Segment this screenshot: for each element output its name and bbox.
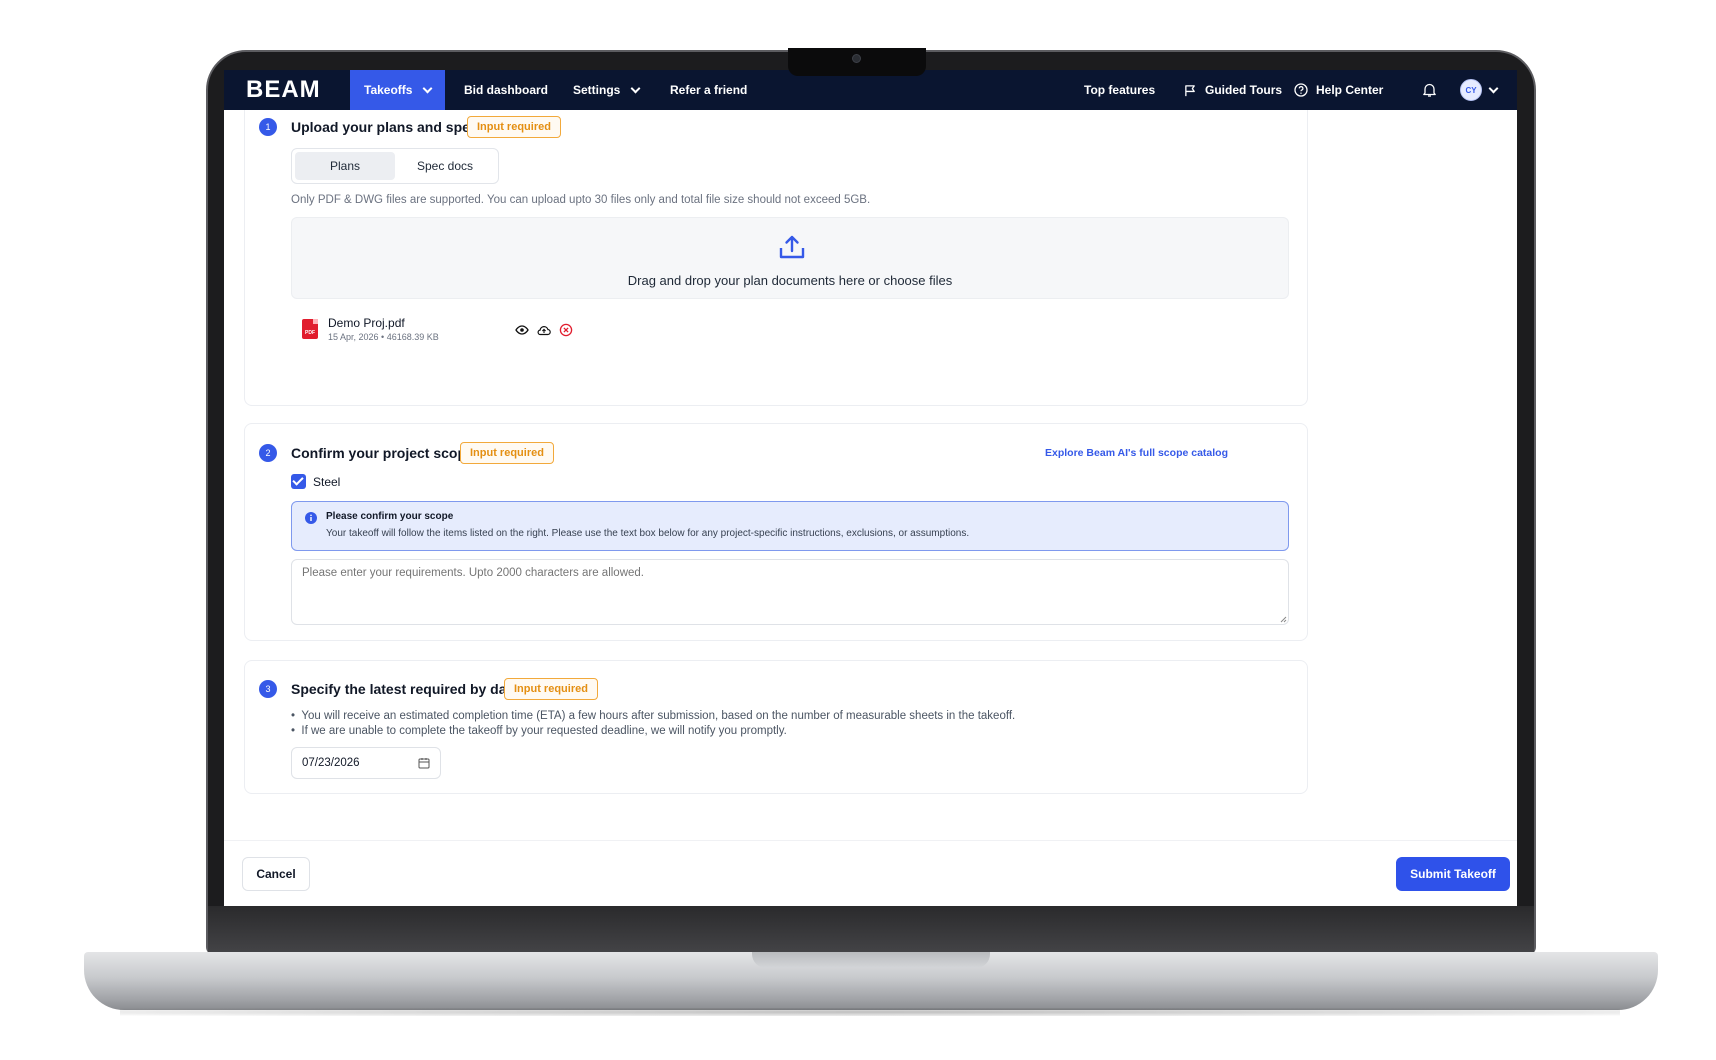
top-nav: BEAM Takeoffs Bid dashboard Settings Ref… bbox=[224, 70, 1517, 110]
notifications-button[interactable] bbox=[1422, 70, 1437, 110]
nav-guided-tours[interactable]: Guided Tours bbox=[1184, 70, 1282, 110]
eta-note-text: If we are unable to complete the takeoff… bbox=[301, 725, 787, 737]
step-number: 1 bbox=[259, 118, 277, 136]
upload-icon bbox=[779, 235, 805, 259]
info-body: Your takeoff will follow the items liste… bbox=[326, 528, 970, 539]
file-name: Demo Proj.pdf bbox=[328, 316, 405, 330]
avatar: CY bbox=[1460, 79, 1482, 101]
camera-notch bbox=[788, 48, 926, 76]
plans-spec-toggle: Plans Spec docs bbox=[291, 148, 499, 184]
eta-note-text: You will receive an estimated completion… bbox=[301, 710, 1016, 722]
remove-icon[interactable] bbox=[559, 323, 573, 337]
help-circle-icon bbox=[1294, 83, 1308, 97]
steel-label: Steel bbox=[313, 475, 341, 489]
upload-card: 1 Upload your plans and specs Input requ… bbox=[244, 110, 1308, 406]
nav-item-label: Refer a friend bbox=[670, 83, 748, 97]
step-title: Upload your plans and specs bbox=[291, 119, 486, 135]
steel-checkbox[interactable] bbox=[291, 474, 306, 489]
tab-plans[interactable]: Plans bbox=[295, 152, 395, 180]
resize-handle-icon[interactable] bbox=[1280, 616, 1287, 623]
help-center-label: Help Center bbox=[1316, 83, 1384, 97]
input-required-badge: Input required bbox=[504, 678, 598, 700]
beam-logo[interactable]: BEAM bbox=[246, 76, 321, 104]
file-info: Demo Proj.pdf 15 Apr, 2026 • 46168.39 KB bbox=[328, 316, 439, 342]
chevron-down-icon bbox=[1488, 83, 1499, 93]
nav-item-bid-dashboard[interactable]: Bid dashboard bbox=[464, 70, 548, 110]
input-required-badge: Input required bbox=[460, 442, 554, 464]
date-card: 3 Specify the latest required by date In… bbox=[244, 660, 1308, 794]
input-required-badge: Input required bbox=[467, 116, 561, 138]
nav-item-takeoffs[interactable]: Takeoffs bbox=[350, 70, 446, 110]
pdf-file-icon: PDF bbox=[302, 319, 318, 339]
required-by-date-input[interactable]: 07/23/2026 bbox=[291, 747, 441, 779]
camera-icon bbox=[852, 54, 861, 63]
eye-icon[interactable] bbox=[515, 323, 529, 337]
guided-tours-label: Guided Tours bbox=[1205, 83, 1283, 97]
eta-note-item: • If we are unable to complete the takeo… bbox=[291, 725, 787, 737]
cancel-button[interactable]: Cancel bbox=[242, 857, 310, 891]
step-number: 2 bbox=[259, 444, 277, 462]
step-title: Confirm your project scope bbox=[291, 445, 474, 461]
laptop-shadow bbox=[120, 1008, 1620, 1016]
upload-note: Only PDF & DWG files are supported. You … bbox=[291, 194, 871, 206]
laptop-lid-bottom bbox=[208, 906, 1534, 954]
date-value: 07/23/2026 bbox=[302, 757, 360, 769]
step-number: 3 bbox=[259, 680, 277, 698]
eta-note-item: • You will receive an estimated completi… bbox=[291, 710, 1016, 722]
requirements-textarea[interactable] bbox=[291, 559, 1289, 625]
nav-item-refer-a-friend[interactable]: Refer a friend bbox=[670, 70, 747, 110]
app-screen: BEAM Takeoffs Bid dashboard Settings Ref… bbox=[224, 70, 1517, 906]
nav-item-label: Settings bbox=[573, 83, 621, 97]
nav-top-features[interactable]: Top features bbox=[1084, 70, 1155, 110]
laptop-base-notch bbox=[752, 952, 990, 968]
tab-spec-docs[interactable]: Spec docs bbox=[395, 152, 495, 180]
dropzone-text: Drag and drop your plan documents here o… bbox=[627, 273, 953, 288]
scope-catalog-link[interactable]: Explore Beam AI's full scope catalog bbox=[1045, 447, 1228, 459]
nav-help-center[interactable]: Help Center bbox=[1294, 70, 1383, 110]
scope-card: 2 Confirm your project scope Input requi… bbox=[244, 423, 1308, 641]
top-features-label: Top features bbox=[1084, 83, 1156, 97]
eta-notes: • You will receive an estimated completi… bbox=[291, 709, 1015, 739]
step-title: Specify the latest required by date bbox=[291, 681, 519, 697]
file-meta: 15 Apr, 2026 • 46168.39 KB bbox=[328, 332, 439, 342]
user-menu[interactable]: CY bbox=[1460, 70, 1499, 110]
flag-icon bbox=[1185, 84, 1195, 96]
action-footer: Cancel Submit Takeoff bbox=[224, 840, 1517, 906]
nav-item-settings[interactable]: Settings bbox=[573, 70, 641, 110]
calendar-icon[interactable] bbox=[418, 757, 430, 769]
chevron-down-icon bbox=[630, 83, 641, 93]
scope-info-box: Please confirm your scope Your takeoff w… bbox=[291, 501, 1289, 551]
uploaded-file: PDF Demo Proj.pdf 15 Apr, 2026 • 46168.3… bbox=[302, 316, 439, 342]
info-title: Please confirm your scope bbox=[326, 511, 454, 522]
nav-item-label: Takeoffs bbox=[364, 83, 413, 97]
submit-takeoff-button[interactable]: Submit Takeoff bbox=[1396, 857, 1510, 891]
file-dropzone[interactable]: Drag and drop your plan documents here o… bbox=[291, 217, 1289, 299]
bell-icon bbox=[1423, 83, 1436, 97]
cloud-upload-icon[interactable] bbox=[537, 323, 551, 337]
info-icon bbox=[305, 512, 317, 524]
nav-item-label: Bid dashboard bbox=[464, 83, 549, 97]
chevron-down-icon bbox=[423, 83, 433, 93]
